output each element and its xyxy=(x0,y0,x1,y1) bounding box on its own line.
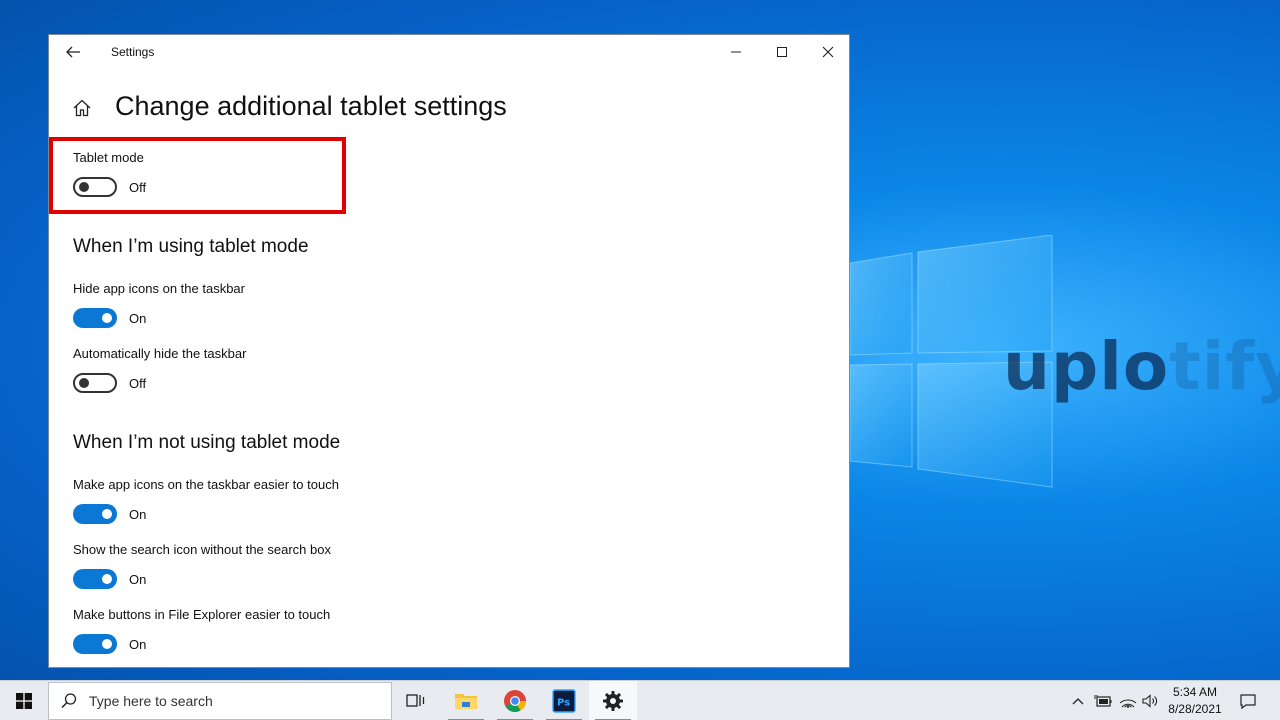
maximize-icon xyxy=(777,47,787,57)
minimize-icon xyxy=(731,51,741,53)
auto-hide-taskbar-toggle[interactable] xyxy=(73,373,117,393)
page-title: Change additional tablet settings xyxy=(115,91,507,121)
search-placeholder: Type here to search xyxy=(89,693,213,709)
toggle-knob xyxy=(102,509,112,519)
file-explorer-buttons-label: Make buttons in File Explorer easier to … xyxy=(73,607,331,622)
show-hidden-icons-button[interactable] xyxy=(1068,691,1088,711)
action-center-button[interactable] xyxy=(1232,681,1264,720)
toggle-knob xyxy=(79,378,89,388)
title-bar: Settings xyxy=(49,35,849,69)
easier-touch-icons-label: Make app icons on the taskbar easier to … xyxy=(73,477,339,492)
volume-tray-button[interactable] xyxy=(1140,691,1160,711)
photoshop-button[interactable]: Ps xyxy=(540,681,588,720)
settings-window: Settings Change additional tablet settin… xyxy=(48,34,850,668)
notification-icon xyxy=(1240,694,1256,710)
task-view-icon xyxy=(406,694,425,707)
svg-text:Ps: Ps xyxy=(557,698,570,709)
file-explorer-buttons-toggle[interactable] xyxy=(73,634,117,654)
clock-date: 8/28/2021 xyxy=(1168,702,1222,716)
file-explorer-button[interactable] xyxy=(442,681,490,720)
toggle-knob xyxy=(102,313,112,323)
toggle-knob xyxy=(102,574,112,584)
battery-tray-button[interactable] xyxy=(1093,691,1113,711)
tablet-mode-label: Tablet mode xyxy=(73,150,144,165)
toggle-knob xyxy=(79,182,89,192)
search-icon xyxy=(61,693,77,709)
red-highlight-box xyxy=(49,137,346,214)
toggle-knob xyxy=(102,639,112,649)
close-icon xyxy=(822,46,834,58)
hide-app-icons-state: On xyxy=(129,311,147,326)
wifi-icon xyxy=(1119,699,1137,708)
taskbar-search-box[interactable]: Type here to search xyxy=(48,682,392,720)
hide-app-icons-toggle[interactable] xyxy=(73,308,117,328)
chrome-button[interactable] xyxy=(491,681,539,720)
section-title-using-tablet: When I’m using tablet mode xyxy=(73,236,309,257)
home-icon[interactable] xyxy=(71,97,93,119)
network-tray-button[interactable] xyxy=(1118,691,1138,711)
auto-hide-taskbar-state: Off xyxy=(129,376,147,391)
easier-touch-icons-state: On xyxy=(129,507,147,522)
task-view-button[interactable] xyxy=(392,681,440,720)
photoshop-icon: Ps xyxy=(552,689,576,713)
maximize-button[interactable] xyxy=(759,35,805,69)
tablet-mode-toggle[interactable] xyxy=(73,177,117,197)
search-icon-only-label: Show the search icon without the search … xyxy=(73,542,331,557)
settings-gear-icon xyxy=(603,691,623,711)
minimize-button[interactable] xyxy=(713,35,759,69)
tablet-mode-state: Off xyxy=(129,180,147,195)
speaker-icon xyxy=(1142,694,1157,708)
taskbar-clock[interactable]: 5:34 AM 8/28/2021 xyxy=(1164,684,1226,718)
auto-hide-taskbar-label: Automatically hide the taskbar xyxy=(73,346,247,361)
watermark: uplotify xyxy=(1003,328,1280,405)
windows-start-icon xyxy=(16,693,32,709)
settings-app-button[interactable] xyxy=(589,681,637,720)
close-button[interactable] xyxy=(805,35,849,69)
section-title-not-using-tablet: When I’m not using tablet mode xyxy=(73,432,341,453)
hide-app-icons-label: Hide app icons on the taskbar xyxy=(73,281,245,296)
chevron-up-icon xyxy=(1072,698,1084,705)
file-explorer-buttons-state: On xyxy=(129,637,147,652)
battery-plug-icon xyxy=(1094,695,1112,707)
easier-touch-icons-toggle[interactable] xyxy=(73,504,117,524)
file-explorer-icon xyxy=(455,694,477,709)
back-arrow-icon xyxy=(66,46,80,58)
start-button[interactable] xyxy=(0,681,48,720)
chrome-icon xyxy=(504,690,526,712)
window-title: Settings xyxy=(111,45,155,59)
search-icon-only-toggle[interactable] xyxy=(73,569,117,589)
search-icon-only-state: On xyxy=(129,572,147,587)
taskbar: Type here to search Ps 5:34 AM 8/28/2021 xyxy=(0,680,1280,720)
back-button[interactable] xyxy=(61,41,85,63)
clock-time: 5:34 AM xyxy=(1172,685,1218,699)
